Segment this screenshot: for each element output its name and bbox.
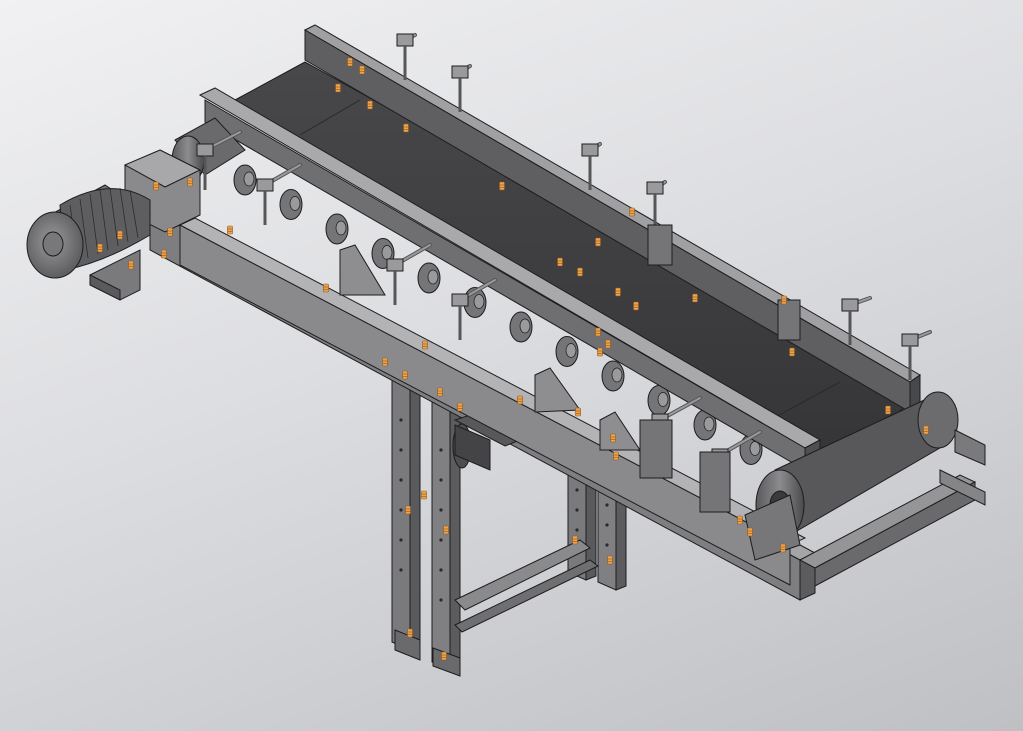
bolt [382,357,388,367]
bolt [153,181,159,191]
conveyor-belt [233,61,916,463]
bolt [629,207,635,217]
adjustment-bracket [396,33,417,80]
bolt [161,249,167,259]
bolt [128,260,134,270]
bolt [335,83,341,93]
bolt [499,181,505,191]
bolt [359,65,365,75]
bolt [167,227,173,237]
bolt [187,177,193,187]
bolt [443,525,449,535]
bolt [597,347,603,357]
bolt [421,490,427,500]
bolt [610,433,616,443]
bolt [347,57,353,67]
bolt [227,225,233,235]
support-block [647,224,673,266]
drive-motor [26,149,202,301]
adjustment-bracket [451,64,472,112]
bolt [323,283,329,293]
bolt [422,340,428,350]
bolt [781,295,787,305]
roller [233,164,257,196]
bolt [737,515,743,525]
roller [417,262,441,294]
roller [601,360,625,392]
bolt [789,347,795,357]
bolt [607,555,613,565]
bolt [407,628,413,638]
support-block [777,299,801,341]
conveyor-3d-model [26,24,986,677]
bolt [613,451,619,461]
bolt [692,293,698,303]
bolt [403,123,409,133]
bolt [517,395,523,405]
bolt [577,267,583,277]
roller [325,213,349,245]
bolt [595,327,601,337]
bolt [575,407,581,417]
bolt [457,402,463,412]
bolt [557,257,563,267]
roller [279,189,303,220]
bolt [633,301,639,311]
bolt [780,543,786,553]
roller [555,336,579,367]
bolt [437,387,443,397]
cad-viewport[interactable] [0,0,1023,731]
bolt [595,237,601,247]
bolt [402,370,408,380]
bolt [367,100,373,110]
bolt [97,243,103,253]
bolt [615,287,621,297]
roller [509,311,533,343]
bolt [405,505,411,515]
support-block [639,419,673,479]
bolt [572,535,578,545]
bolt [747,527,753,537]
bolt [923,425,929,435]
bolt [117,230,123,240]
bolt [441,651,447,661]
bolt [605,339,611,349]
bolt [885,405,891,415]
support-block [699,451,731,513]
